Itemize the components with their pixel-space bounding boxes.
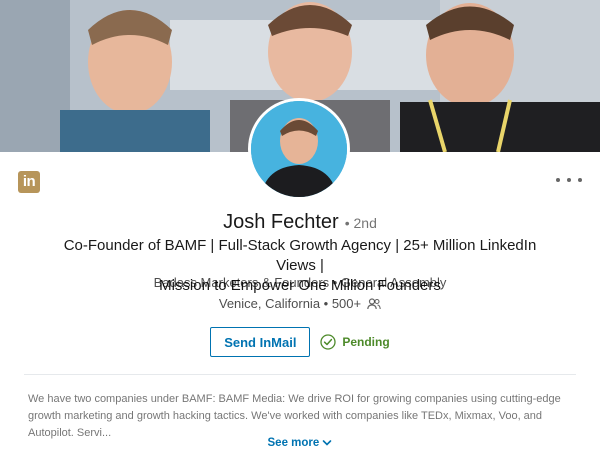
more-dot [578,178,582,182]
connections-icon [367,298,381,310]
profile-summary: We have two companies under BAMF: BAMF M… [28,393,561,439]
profile-card: in Josh Fechter • 2nd Co-Founder of BAMF … [0,0,600,474]
headline-line-1: Co-Founder of BAMF | Full-Stack Growth A… [63,237,537,274]
pending-status: Pending [320,334,390,350]
section-divider [24,374,576,375]
more-dot [567,178,571,182]
profile-location: Venice, California • 500+ [218,296,362,311]
see-more-link[interactable]: See more [0,437,600,449]
more-options-icon[interactable] [556,172,582,188]
name-row: Josh Fechter • 2nd [0,209,600,236]
profile-company: Badass Marketers & Founders • General As… [153,275,447,290]
profile-actions: Send InMail Pending [0,326,600,358]
profile-photo-icon [251,101,347,197]
profile-location-row: Venice, California • 500+ [0,295,600,313]
more-dot [556,178,560,182]
chevron-down-icon [323,440,332,446]
pending-label: Pending [342,335,390,349]
linkedin-logo: in [18,171,40,193]
check-circle-icon [320,334,336,350]
send-inmail-button[interactable]: Send InMail [210,327,311,357]
see-more-label: See more [267,437,320,449]
connection-degree: • 2nd [344,215,377,231]
profile-name: Josh Fechter [223,211,339,233]
profile-avatar[interactable] [248,98,350,200]
